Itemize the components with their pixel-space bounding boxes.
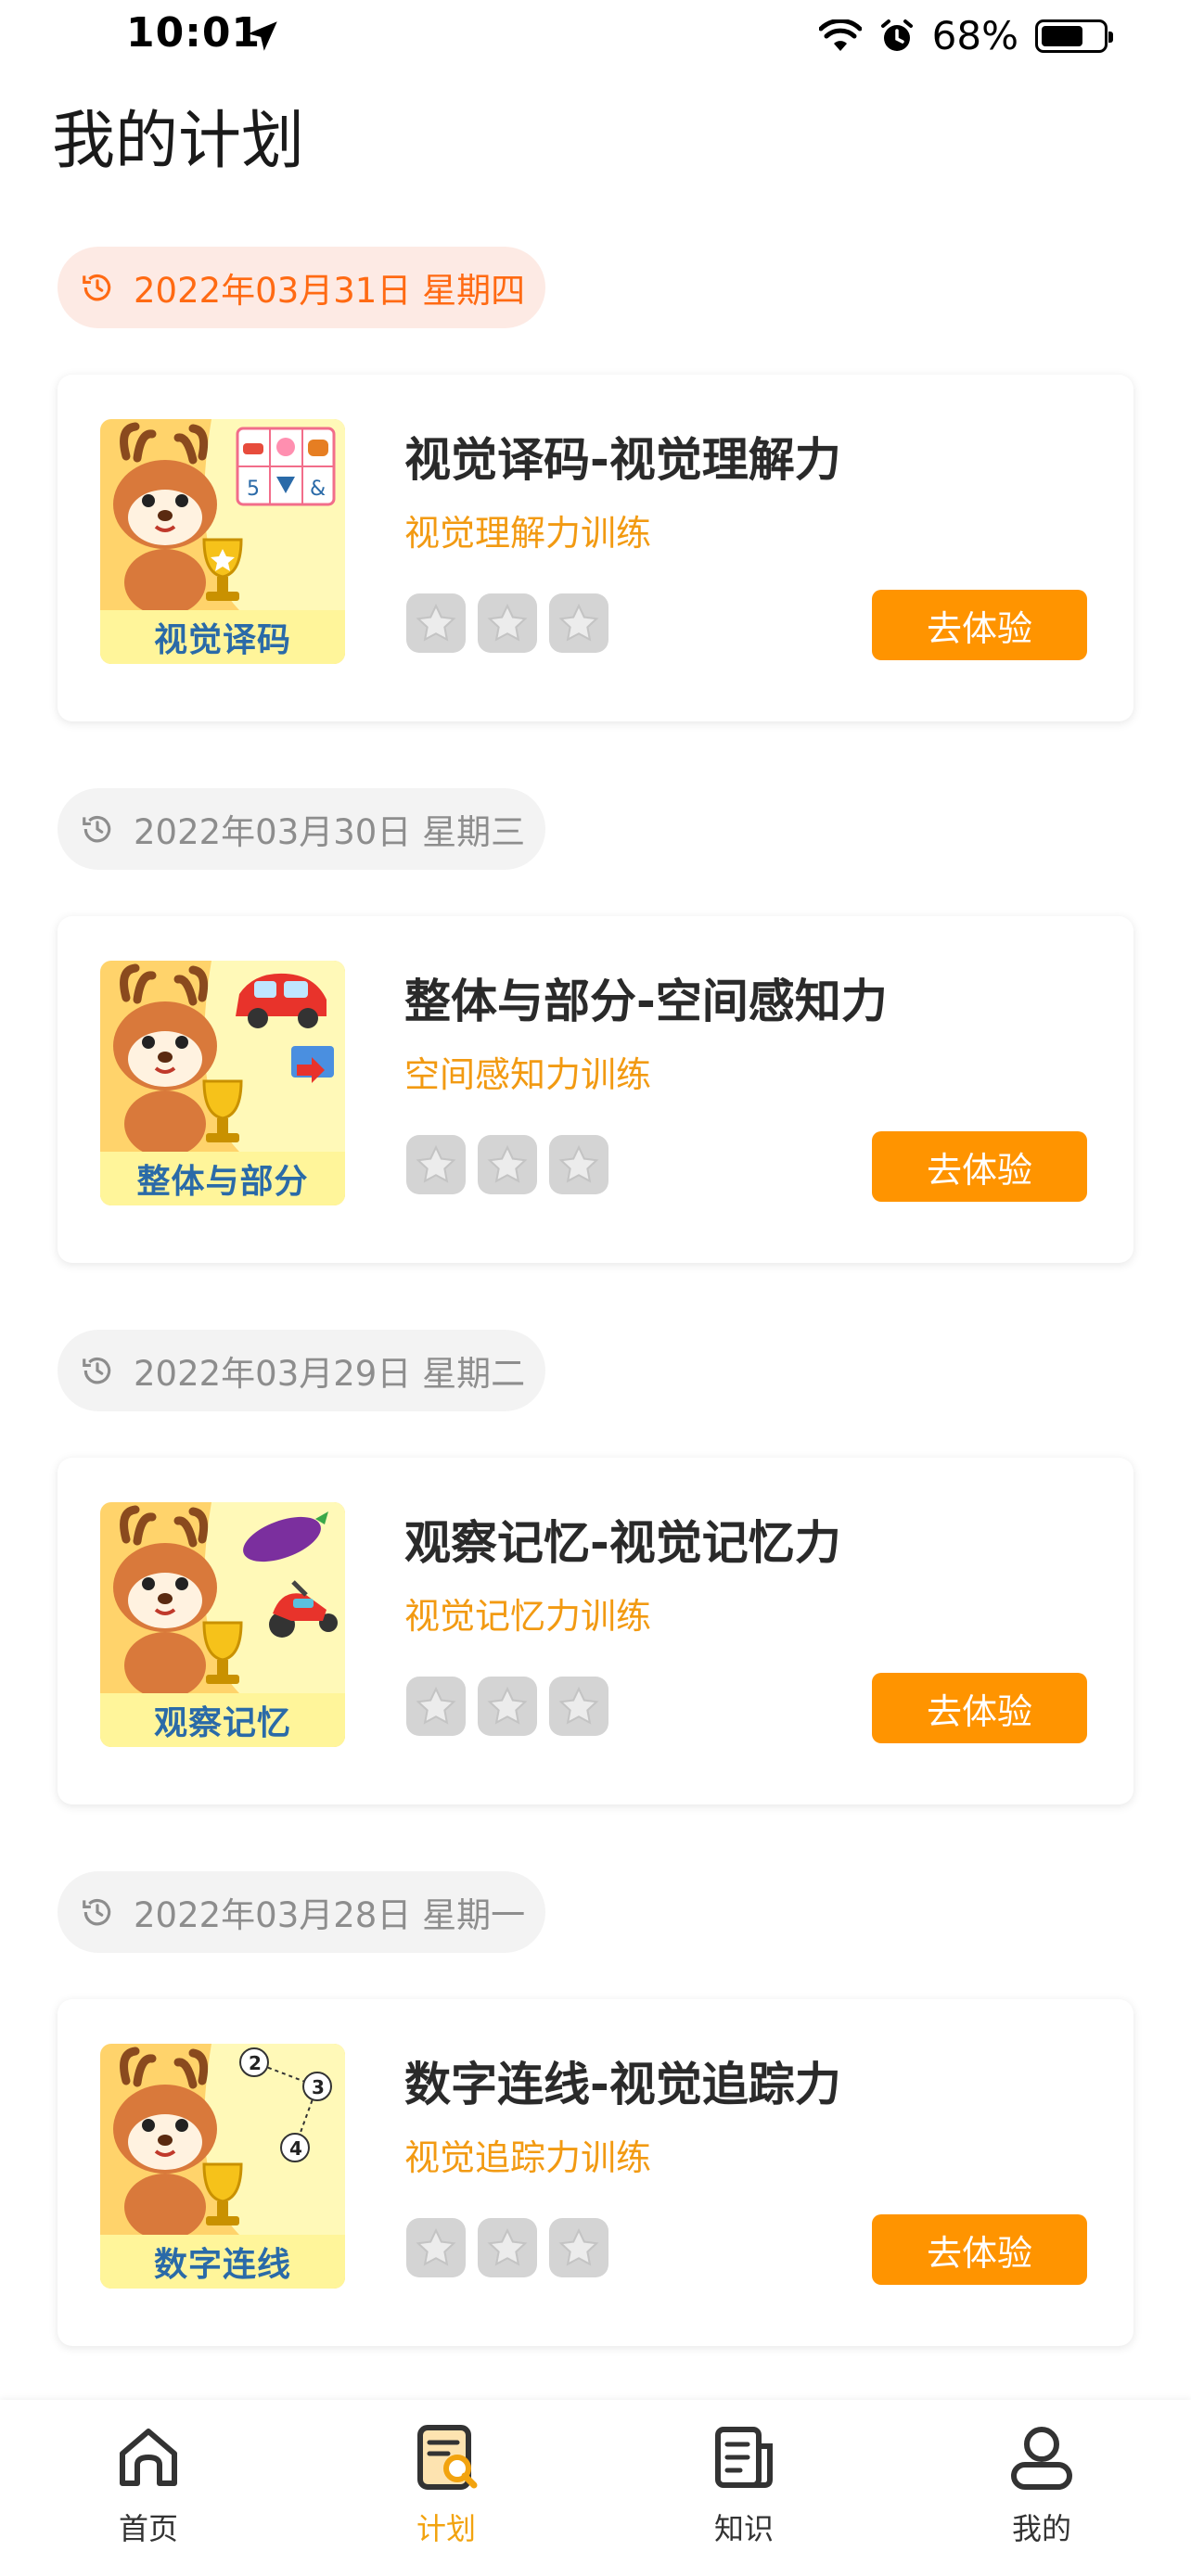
plan-title: 数字连线-视觉追踪力 [404, 2058, 841, 2111]
plan-card[interactable]: 5 & 视觉译码 视觉译码-视觉理解力 视觉理解力训练 去体验 [58, 375, 1133, 721]
star-icon [406, 1135, 466, 1194]
star-icon [406, 593, 466, 653]
page-title: 我的计划 [52, 105, 305, 178]
svg-text:4: 4 [289, 2137, 302, 2160]
history-clock-icon [83, 1898, 111, 1926]
home-icon [120, 2429, 177, 2486]
plan-thumbnail: 整体与部分 [100, 961, 345, 1205]
knowledge-icon [715, 2427, 773, 2488]
star-rating [406, 1135, 608, 1194]
try-button[interactable]: 去体验 [872, 590, 1087, 660]
plan-thumbnail: 观察记忆 [100, 1502, 345, 1747]
plan-thumbnail: 5 & 视觉译码 [100, 419, 345, 664]
plan-card[interactable]: 2 3 4 数字连线 数字连线-视觉追踪力 视觉追踪力训练 去体验 [58, 1999, 1133, 2346]
plan-subtitle: 视觉追踪力训练 [404, 2137, 652, 2178]
star-rating [406, 1677, 608, 1736]
plan-title: 视觉译码-视觉理解力 [404, 433, 841, 487]
tab-label: 首页 [118, 2511, 178, 2546]
thumbnail-label: 整体与部分 [100, 1152, 345, 1205]
status-bar: 10:01 68% [0, 0, 1191, 74]
tab-home[interactable]: 首页 [56, 2420, 241, 2548]
bottom-tab-bar: 首页 计划 知识 我的 [0, 2400, 1191, 2576]
profile-icon [1011, 2427, 1072, 2490]
plan-subtitle: 空间感知力训练 [404, 1054, 652, 1095]
plan-title: 观察记忆-视觉记忆力 [404, 1516, 841, 1570]
plan-date: 2022年03月28日 星期一 [134, 1895, 526, 1935]
status-time: 10:01 [126, 9, 262, 57]
plan-title: 整体与部分-空间感知力 [404, 975, 888, 1028]
status-indicators: 68% [818, 13, 1113, 58]
svg-text:5: 5 [247, 478, 260, 501]
date-pill: 2022年03月29日 星期二 [58, 1330, 545, 1411]
plan-card[interactable]: 整体与部分 整体与部分-空间感知力 空间感知力训练 去体验 [58, 916, 1133, 1263]
history-clock-icon [83, 815, 111, 843]
star-icon [478, 1135, 537, 1194]
star-icon [549, 1677, 608, 1736]
thumbnail-label: 视觉译码 [100, 610, 345, 664]
star-icon [478, 593, 537, 653]
battery-percent: 68% [931, 13, 1018, 58]
wifi-icon [818, 19, 862, 51]
alarm-icon [880, 19, 913, 51]
tab-plan[interactable]: 计划 [353, 2420, 539, 2548]
star-icon [478, 1677, 537, 1736]
svg-text:2: 2 [249, 2052, 262, 2074]
battery-fill [1042, 25, 1082, 46]
history-clock-icon [83, 274, 111, 301]
star-icon [549, 593, 608, 653]
tab-knowledge[interactable]: 知识 [651, 2420, 837, 2548]
star-icon [406, 1677, 466, 1736]
tab-profile[interactable]: 我的 [949, 2420, 1134, 2548]
plan-thumbnail: 2 3 4 数字连线 [100, 2044, 345, 2289]
plan-subtitle: 视觉记忆力训练 [404, 1596, 652, 1637]
tab-label: 我的 [1011, 2511, 1071, 2546]
plan-date: 2022年03月29日 星期二 [134, 1354, 526, 1394]
star-icon [549, 1135, 608, 1194]
star-icon [549, 2218, 608, 2277]
svg-text:3: 3 [312, 2076, 325, 2098]
svg-text:&: & [310, 478, 326, 501]
try-button[interactable]: 去体验 [872, 2214, 1087, 2285]
tab-label: 计划 [416, 2511, 476, 2546]
date-pill: 2022年03月31日 星期四 [58, 247, 545, 328]
thumbnail-label: 数字连线 [100, 2235, 345, 2289]
date-pill: 2022年03月28日 星期一 [58, 1871, 545, 1953]
try-button[interactable]: 去体验 [872, 1673, 1087, 1743]
plan-icon [417, 2425, 478, 2490]
plan-subtitle: 视觉理解力训练 [404, 513, 652, 554]
try-button[interactable]: 去体验 [872, 1131, 1087, 1202]
star-icon [406, 2218, 466, 2277]
date-pill: 2022年03月30日 星期三 [58, 788, 545, 870]
history-clock-icon [83, 1357, 111, 1384]
tab-label: 知识 [713, 2511, 774, 2546]
battery-icon [1035, 19, 1113, 53]
plan-date: 2022年03月31日 星期四 [134, 271, 526, 311]
star-icon [478, 2218, 537, 2277]
location-arrow-icon [248, 21, 277, 51]
thumbnail-label: 观察记忆 [100, 1693, 345, 1747]
star-rating [406, 593, 608, 653]
plan-card[interactable]: 观察记忆 观察记忆-视觉记忆力 视觉记忆力训练 去体验 [58, 1458, 1133, 1804]
plan-date: 2022年03月30日 星期三 [134, 812, 526, 852]
star-rating [406, 2218, 608, 2277]
